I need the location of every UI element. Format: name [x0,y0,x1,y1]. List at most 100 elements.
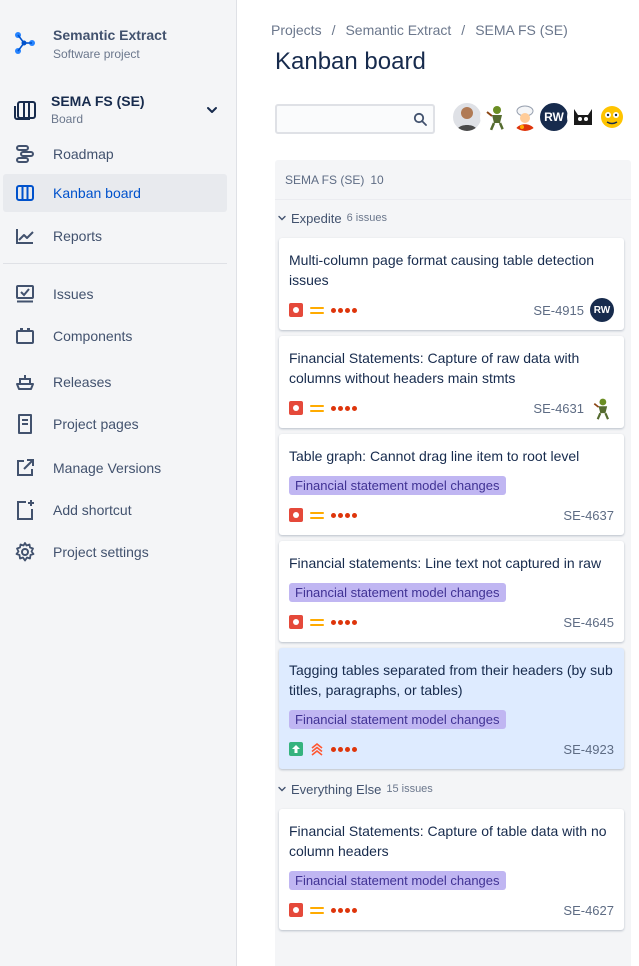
breadcrumb: Projects / Semantic Extract / SEMA FS (SE) [271,22,568,38]
column-count: 10 [370,172,384,187]
issue-key[interactable]: SE-4627 [563,903,614,918]
chevron-down-icon[interactable] [204,102,220,118]
sidebar-item-project-pages[interactable]: Project pages [3,405,227,443]
sidebar-item-label: Project pages [53,416,139,432]
issue-card[interactable]: Table graph: Cannot drag line item to ro… [279,434,624,535]
issue-key[interactable]: SE-4631 [533,401,584,416]
priority-medium-icon [310,401,324,415]
breadcrumb-board[interactable]: SEMA FS (SE) [475,22,568,38]
sidebar-item-label: Issues [53,286,94,302]
search-box[interactable] [275,104,435,134]
sidebar-item-label: Add shortcut [53,502,132,518]
issue-card[interactable]: Financial Statements: Capture of raw dat… [279,336,624,428]
project-name: Semantic Extract [53,27,167,43]
project-logo-icon [15,32,35,54]
sidebar-item-manage-versions[interactable]: Manage Versions [3,449,227,487]
epic-label[interactable]: Financial statement model changes [289,476,506,495]
rw-avatar[interactable]: RW [538,101,570,133]
sidebar-divider [3,263,227,264]
issue-key[interactable]: SE-4923 [563,742,614,757]
column-title: SEMA FS (SE) [285,172,365,187]
gear-icon [5,541,45,563]
issue-key[interactable]: SE-4915 [533,303,584,318]
issue-card[interactable]: Multi-column page format causing table d… [279,238,624,330]
sidebar-item-label: Components [53,328,133,344]
page-title: Kanban board [275,48,426,75]
sidebar-item-project-settings[interactable]: Project settings [3,533,227,571]
chevron-down-icon [278,215,286,221]
pages-icon [5,413,45,435]
roadmap-icon [5,143,45,165]
board-icon [12,96,40,124]
sidebar-item-issues[interactable]: Issues [3,275,227,313]
issue-summary: Financial Statements: Capture of table d… [289,823,607,859]
priority-highest-icon [310,742,324,756]
sidebar-item-label: Kanban board [53,185,141,201]
bug-icon [289,303,303,317]
sidebar-item-label: Project settings [53,544,149,560]
project-header[interactable]: Semantic Extract Software project [12,26,167,62]
assignee-avatar[interactable] [590,396,614,420]
assignee-avatar[interactable]: RW [590,298,614,322]
priority-medium-icon [310,508,324,522]
story-points-dots [331,405,357,411]
sidebar-item-label: Manage Versions [53,460,162,476]
sidebar: Semantic Extract Software project SEMA F… [0,0,237,966]
search-input[interactable] [277,106,407,132]
sidebar-item-add-shortcut[interactable]: Add shortcut [3,491,227,529]
swimlane-title: Everything Else [291,781,382,797]
sidebar-item-roadmap[interactable]: Roadmap [3,135,227,173]
components-icon [5,325,45,347]
sidebar-item-reports[interactable]: Reports [3,217,227,255]
breadcrumb-separator: / [461,22,466,38]
reports-icon [5,225,45,247]
improvement-icon [289,742,303,756]
priority-medium-icon [310,903,324,917]
issue-card[interactable]: Financial Statements: Capture of table d… [279,809,624,930]
story-points-dots [331,512,357,518]
swimlane-everything-else[interactable]: Everything Else 15 issues [275,775,631,803]
issue-summary: Multi-column page format causing table d… [289,252,595,288]
search-icon[interactable] [413,112,427,126]
epic-label[interactable]: Financial statement model changes [289,710,506,729]
story-points-dots [331,907,357,913]
person-avatar[interactable] [451,101,483,133]
project-type: Software project [53,47,140,61]
external-link-icon [5,457,45,479]
sidebar-item-label: Roadmap [53,146,114,162]
chef-avatar[interactable] [509,101,541,133]
story-points-dots [331,307,357,313]
character-avatar[interactable] [480,101,512,133]
issue-card[interactable]: Financial statements: Line text not capt… [279,541,624,642]
swimlane-expedite[interactable]: Expedite 6 issues [275,204,631,232]
epic-label[interactable]: Financial statement model changes [289,871,506,890]
board-selector[interactable]: SEMA FS (SE) Board [12,92,224,128]
issues-icon [5,283,45,305]
sidebar-item-components[interactable]: Components [3,317,227,355]
sidebar-item-label: Releases [53,374,112,390]
swimlane-issue-count: 6 issues [346,212,387,224]
issue-key[interactable]: SE-4645 [563,615,614,630]
issue-summary: Financial statements: Line text not capt… [289,555,602,571]
releases-icon [5,371,45,393]
bug-icon [289,903,303,917]
issue-summary: Financial Statements: Capture of raw dat… [289,350,580,386]
sidebar-item-kanban-board[interactable]: Kanban board [3,174,227,212]
priority-medium-icon [310,303,324,317]
bug-icon [289,508,303,522]
column-header: SEMA FS (SE) 10 [275,160,631,200]
issue-card[interactable]: Tagging tables separated from their head… [279,648,624,769]
issue-summary: Table graph: Cannot drag line item to ro… [289,448,580,464]
epic-label[interactable]: Financial statement model changes [289,583,506,602]
issue-key[interactable]: SE-4637 [563,508,614,523]
board-icon [5,182,45,204]
breadcrumb-separator: / [331,22,336,38]
breadcrumb-project[interactable]: Semantic Extract [345,22,451,38]
swimlane-title: Expedite [291,210,342,226]
robot-avatar[interactable] [596,101,628,133]
cat-avatar[interactable] [567,101,599,133]
chevron-down-icon [278,786,286,792]
breadcrumb-projects[interactable]: Projects [271,22,322,38]
sidebar-item-releases[interactable]: Releases [3,363,227,401]
swimlane-issue-count: 15 issues [386,783,433,795]
